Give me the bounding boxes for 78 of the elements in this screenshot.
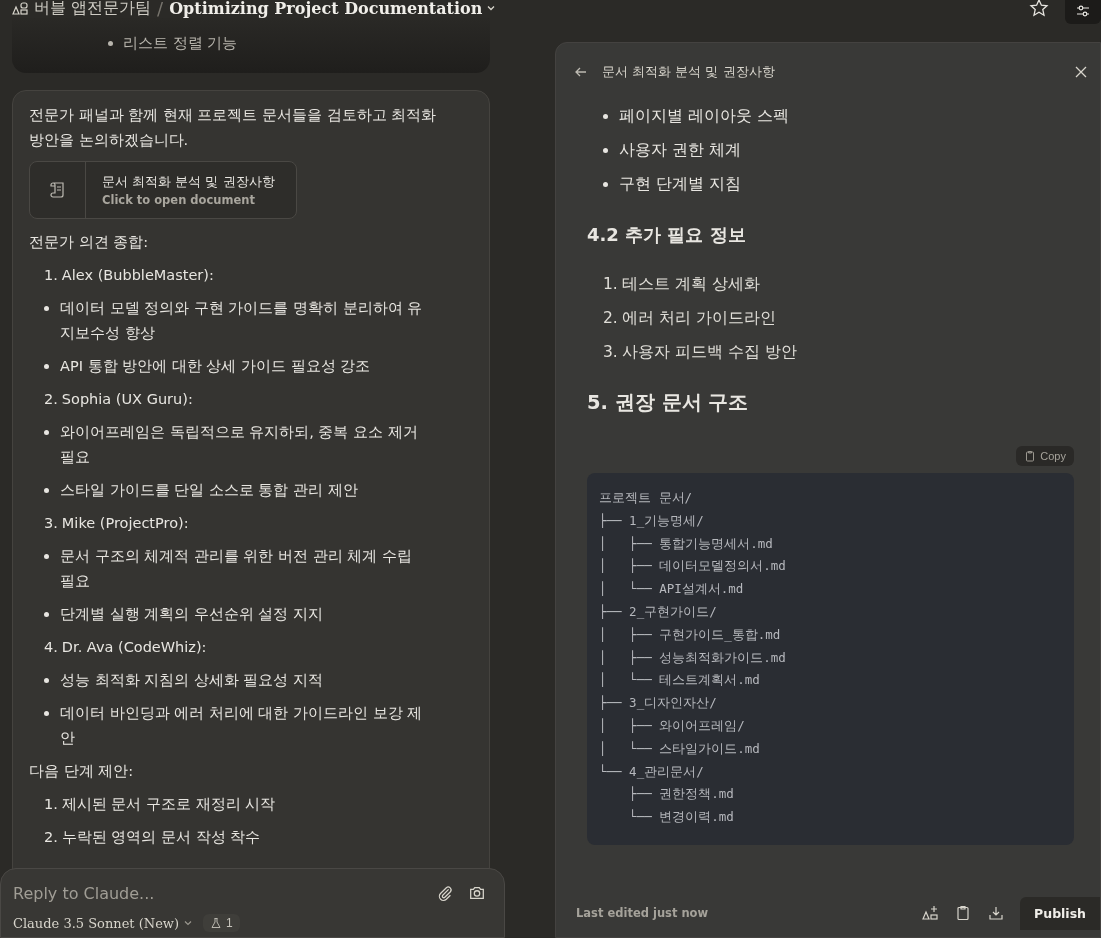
chat-title-button[interactable]: Optimizing Project Documentation [169, 0, 497, 18]
list-item-text: 에러 처리 가이드라인 [621, 307, 776, 329]
code-line: ├── 1_기능명세/ [599, 511, 705, 530]
publish-button[interactable]: Publish [1020, 896, 1100, 930]
list-item-text: 데이터 모델 정의와 구현 가이드를 명확히 분리하여 유지보수성 향상 [60, 299, 424, 343]
list-item-text: 사용자 피드백 수집 방안 [621, 341, 797, 363]
breadcrumb-separator: / [157, 0, 164, 19]
list-item-text: Alex (BubbleMaster): [61, 266, 214, 285]
code-line: │ ├── 구현가이드_통합.md [599, 625, 782, 644]
feature-badge[interactable]: 1 [203, 914, 240, 932]
copy-button[interactable]: Copy [1016, 446, 1074, 466]
list-item-text: API 통합 방안에 대한 상세 가이드 필요성 강조 [60, 357, 371, 376]
code-line: ├── 권한정책.md [628, 785, 735, 804]
clipboard-icon [1024, 450, 1037, 462]
document-subtitle: Click to open document [102, 193, 256, 207]
list-item-text: 제시된 문서 구조로 재정리 시작 [61, 795, 276, 814]
close-icon[interactable] [1074, 65, 1088, 79]
list-item-text: 리스트 정렬 기능 [123, 34, 238, 53]
list-number: 3. [44, 514, 58, 533]
paperclip-icon[interactable] [436, 884, 454, 902]
list-number: 1. [44, 795, 58, 814]
list-number: 2. [44, 828, 58, 847]
code-line: ├── 2_구현가이드/ [599, 603, 718, 621]
list-item-text: 성능 최적화 지침의 상세화 필요성 지적 [60, 671, 324, 690]
download-icon[interactable] [988, 905, 1005, 921]
section-heading: 4.2 추가 필요 정보 [587, 223, 747, 247]
code-line: │ ├── 성능최적화가이드.md [599, 648, 787, 667]
list-item-text: 단계별 실행 계획의 우선순위 설정 지지 [60, 605, 324, 624]
document-title: 문서 최적화 분석 및 권장사항 [102, 173, 275, 191]
shapes-icon[interactable] [922, 905, 939, 921]
code-line: │ └── 테스트계획서.md [599, 671, 761, 690]
code-line: │ ├── 데이터모델정의서.md [599, 557, 787, 576]
message-paragraph: 전문가 패널과 함께 현재 프로젝트 문서들을 검토하고 최적화 방안을 논의하겠습니다. [29, 106, 438, 150]
shapes-icon [12, 0, 28, 16]
back-arrow-icon[interactable] [574, 65, 588, 79]
list-number: 2. [44, 390, 58, 409]
code-line: │ ├── 와이어프레임/ [599, 716, 746, 735]
list-item-text: 구현 단계별 지침 [619, 173, 741, 195]
camera-icon[interactable] [468, 884, 486, 902]
list-number: 4. [44, 638, 58, 657]
list-item-text: 사용자 권한 체계 [619, 139, 741, 161]
list-item-text: 와이어프레임은 독립적으로 유지하되, 중복 요소 제거 필요 [60, 423, 419, 467]
code-line: │ ├── 통합기능명세서.md [599, 534, 774, 553]
code-line: 프로젝트 문서/ [599, 489, 694, 507]
code-line: │ └── API설계서.md [599, 580, 745, 599]
sliders-icon [1075, 3, 1091, 19]
list-item-text: 페이지별 레이아웃 스펙 [619, 105, 789, 127]
list-item-text: Sophia (UX Guru): [61, 390, 193, 409]
section-heading: 5. 권장 문서 구조 [587, 390, 750, 416]
list-item-text: 누락된 영역의 문서 작성 착수 [61, 828, 261, 847]
reply-field[interactable]: Reply to Claude... Claude 3.5 Sonnet (New) 1 [0, 868, 505, 938]
list-number: 3. [603, 343, 618, 361]
code-line: └── 4_관리문서/ [599, 762, 705, 781]
flask-icon [210, 917, 223, 929]
message-paragraph: 다음 단계 제안: [29, 762, 135, 781]
list-number: 2. [603, 309, 618, 327]
code-line: ├── 3_디자인자산/ [599, 694, 718, 713]
list-item-text: 스타일 가이드를 단일 소스로 통합 관리 제안 [60, 481, 358, 500]
code-line: └── 변경이력.md [628, 808, 735, 827]
chevron-down-icon [486, 3, 497, 13]
list-item-text: Dr. Ava (CodeWhiz): [61, 638, 207, 657]
message-paragraph: 전문가 의견 종합: [29, 233, 150, 252]
list-number: 1. [603, 275, 618, 293]
list-item-text: 문서 구조의 체계적 관리를 위한 버전 관리 체계 수립 필요 [60, 547, 413, 591]
list-item-text: 테스트 계획 상세화 [621, 273, 760, 295]
chevron-down-icon [183, 918, 194, 928]
star-icon[interactable] [1029, 0, 1049, 18]
list-number: 1. [44, 266, 58, 285]
list-item-text: 데이터 바인딩과 에러 처리에 대한 가이드라인 보강 제안 [60, 704, 424, 748]
edit-status: Last edited just now [576, 906, 710, 920]
artifact-title: 문서 최적화 분석 및 권장사항 [602, 63, 776, 81]
list-item-text: Mike (ProjectPro): [61, 514, 189, 533]
settings-button[interactable] [1065, 0, 1101, 24]
team-name[interactable]: 버블 앱전문가팀 [34, 0, 152, 19]
code-line: │ └── 스타일가이드.md [599, 739, 761, 758]
model-selector[interactable]: Claude 3.5 Sonnet (New) [13, 915, 194, 931]
clipboard-icon[interactable] [955, 905, 972, 921]
document-card[interactable]: 문서 최적화 분석 및 권장사항 Click to open document [29, 161, 297, 219]
